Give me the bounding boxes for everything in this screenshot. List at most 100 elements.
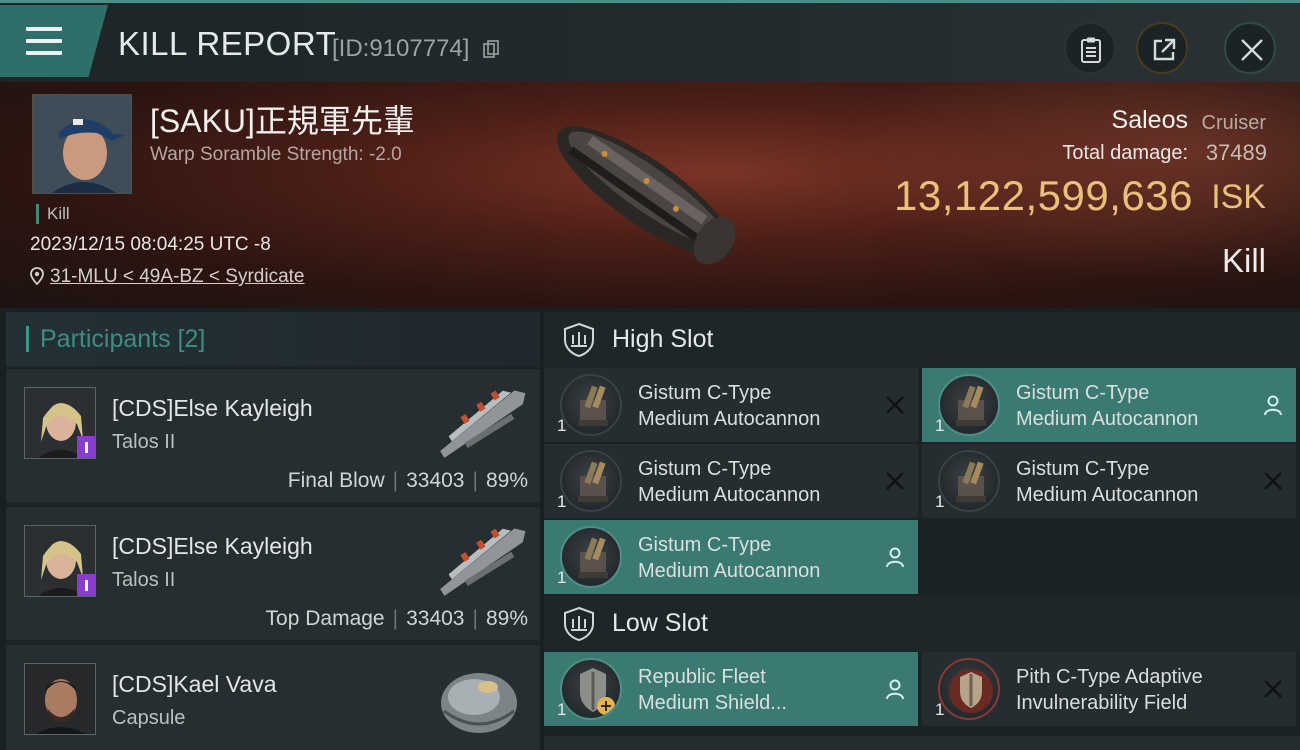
- autocannon-icon: [560, 526, 622, 588]
- low-slot-label: Low Slot: [612, 609, 708, 637]
- participant-ship: Capsule: [112, 707, 186, 729]
- menu-button[interactable]: [0, 5, 108, 77]
- module-item[interactable]: 1 Gistum C-Type Medium Autocannon: [544, 444, 918, 518]
- module-item[interactable]: 1 Republic Fleet Medium Shield...: [544, 652, 918, 726]
- participant-stats: Final Blow | 33403 | 89%: [287, 469, 528, 492]
- destroyed-x-icon: [1264, 472, 1282, 490]
- module-quantity: 1: [935, 700, 945, 719]
- autocannon-icon: [560, 450, 622, 512]
- participant-row[interactable]: [CDS]Else Kayleigh Talos II Top Damage | 3…: [6, 506, 540, 640]
- report-id: [ID:9107774]: [332, 35, 470, 62]
- role-badge: [77, 574, 95, 596]
- participants-panel: Participants [2] [CDS]Else Kayleigh Talo…: [6, 312, 540, 750]
- close-button[interactable]: [1224, 22, 1276, 74]
- participant-ship: Talos II: [112, 431, 176, 453]
- participant-portrait[interactable]: [24, 525, 96, 597]
- fitting-panel: High Slot 1 Gistum C-Type Medium Autocann…: [544, 312, 1300, 750]
- module-item[interactable]: 1 Gistum C-Type Medium Autocannon: [544, 368, 918, 442]
- high-slot-label: High Slot: [612, 325, 714, 353]
- total-damage-label: Total damage:: [1062, 142, 1188, 164]
- autocannon-icon: [938, 450, 1000, 512]
- participant-damage: 33403: [406, 607, 465, 630]
- module-name: Gistum C-Type Medium Autocannon: [638, 534, 821, 582]
- isk-value: 13,122,599,636: [894, 172, 1193, 219]
- clipboard-button[interactable]: [1064, 22, 1116, 74]
- module-item[interactable]: 1 Gistum C-Type Medium Autocannon: [922, 444, 1296, 518]
- menu-icon: [26, 27, 62, 57]
- destroyed-x-icon: [1264, 680, 1282, 698]
- module-item[interactable]: 1 Gistum C-Type Medium Autocannon: [544, 520, 918, 594]
- participant-stats: Top Damage | 33403 | 89%: [265, 607, 528, 630]
- kill-tag: Kill: [36, 204, 70, 224]
- module-quantity: 1: [557, 700, 567, 719]
- participant-percent: 89%: [485, 607, 528, 630]
- kill-datetime: 2023/12/15 08:04:25 UTC -8: [30, 234, 271, 255]
- module-name: Republic Fleet Medium Shield...: [638, 666, 787, 714]
- invulnerability-field-icon: [938, 658, 1000, 720]
- participants-header: Participants [2]: [6, 312, 540, 366]
- victim-ship-image: [557, 126, 736, 265]
- destroyed-x-icon: [886, 396, 904, 414]
- close-icon: [1241, 39, 1263, 61]
- participant-name[interactable]: [CDS]Else Kayleigh: [112, 533, 313, 560]
- module-item[interactable]: 1 Gistum C-Type Medium Autocannon: [922, 368, 1296, 442]
- module-name: Gistum C-Type Medium Autocannon: [638, 382, 821, 430]
- top-bar: KILL REPORT [ID:9107774]: [0, 0, 1300, 82]
- low-slot-header: Low Slot: [544, 596, 1300, 652]
- clipboard-icon: [1081, 37, 1101, 63]
- destroyed-x-icon: [886, 472, 904, 490]
- location[interactable]: 31-MLU < 49A-BZ < Syrdicate: [30, 266, 305, 288]
- shield-slot-icon: [564, 322, 594, 358]
- victim-ship-name[interactable]: Saleos: [1112, 106, 1188, 135]
- module-name: Gistum C-Type Medium Autocannon: [1016, 382, 1199, 430]
- shield-slot-icon: [564, 606, 594, 642]
- warp-strength: Warp Soramble Strength: -2.0: [150, 144, 402, 165]
- share-button[interactable]: [1136, 22, 1188, 74]
- participant-ship: Talos II: [112, 569, 176, 591]
- share-icon: [1153, 38, 1176, 61]
- participant-row[interactable]: [CDS]Kael Vava Capsule: [6, 644, 540, 750]
- module-name: Pith C-Type Adaptive Invulnerability Fiel…: [1016, 666, 1203, 714]
- capsule-image: [441, 673, 517, 733]
- location-link[interactable]: 31-MLU < 49A-BZ < Syrdicate: [50, 266, 305, 287]
- high-slot-header: High Slot: [544, 312, 1300, 368]
- module-name: Gistum C-Type Medium Autocannon: [1016, 458, 1199, 506]
- total-damage-value: 37489: [1205, 140, 1267, 165]
- module-name: Gistum C-Type Medium Autocannon: [638, 458, 821, 506]
- location-pin-icon: [30, 267, 44, 285]
- more-modules-peek: [544, 736, 1300, 750]
- module-quantity: 1: [557, 492, 567, 511]
- module-quantity: 1: [935, 492, 945, 511]
- module-quantity: 1: [557, 416, 567, 435]
- dropped-person-icon: [1264, 395, 1282, 416]
- victim-name[interactable]: [SAKU]正規軍先輩: [150, 96, 415, 142]
- role-badge: [77, 436, 95, 458]
- dropped-person-icon: [886, 547, 904, 568]
- result-label: Kill: [1221, 242, 1266, 279]
- victim-panel: [SAKU]正規軍先輩 Warp Soramble Strength: -2.0…: [0, 82, 1300, 308]
- participant-name[interactable]: [CDS]Kael Vava: [112, 671, 276, 698]
- participants-title: Participants [2]: [40, 325, 206, 353]
- participant-ship-image: [440, 528, 526, 596]
- autocannon-icon: [938, 374, 1000, 436]
- participant-portrait[interactable]: [24, 387, 96, 459]
- isk-unit: ISK: [1211, 178, 1266, 216]
- victim-ship-class: Cruiser: [1201, 112, 1266, 134]
- dropped-person-icon: [886, 679, 904, 700]
- participant-ship-image: [440, 390, 526, 458]
- participant-percent: 89%: [485, 469, 528, 492]
- participant-name[interactable]: [CDS]Else Kayleigh: [112, 395, 313, 422]
- module-quantity: 1: [935, 416, 945, 435]
- module-item[interactable]: 1 Pith C-Type Adaptive Invulnerability Fi…: [922, 652, 1296, 726]
- participant-damage: 33403: [406, 469, 465, 492]
- participant-row[interactable]: [CDS]Else Kayleigh Talos II Final Blow | 3…: [6, 368, 540, 502]
- copy-icon[interactable]: [483, 40, 499, 58]
- participant-role: Top Damage: [265, 607, 385, 630]
- participant-portrait[interactable]: [24, 663, 96, 735]
- page-title: KILL REPORT: [118, 25, 337, 62]
- module-quantity: 1: [557, 568, 567, 587]
- participant-role: Final Blow: [287, 469, 385, 492]
- shield-extender-icon: [560, 658, 622, 720]
- autocannon-icon: [560, 374, 622, 436]
- victim-portrait[interactable]: [32, 94, 132, 194]
